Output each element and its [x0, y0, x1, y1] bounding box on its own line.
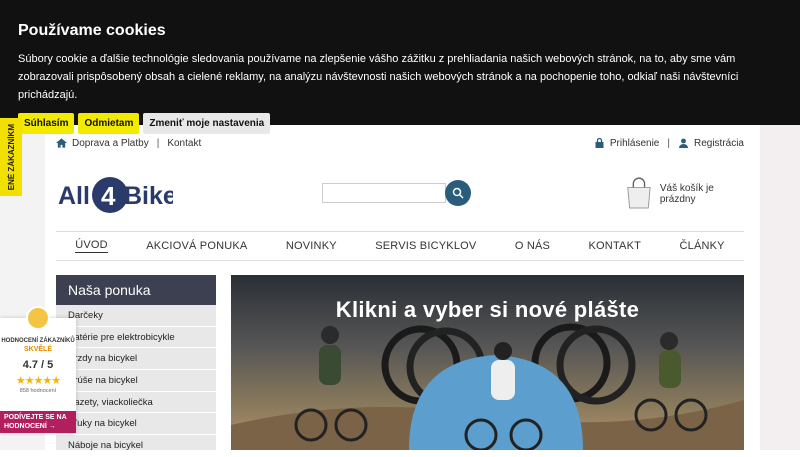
rating-quality: SKVĚLÉ: [23, 346, 52, 353]
contact-link[interactable]: Kontakt: [167, 138, 201, 149]
category-item[interactable]: Kazety, viackoliečka: [56, 392, 216, 414]
cookie-text: Súbory cookie a ďalšie technológie sledo…: [18, 53, 739, 101]
rating-score: 4.7 / 5: [22, 359, 54, 371]
home-icon: [56, 138, 67, 148]
category-item[interactable]: Darčeky: [56, 305, 216, 327]
nav-item-home[interactable]: ÚVOD: [75, 239, 108, 253]
customer-reviews-side-tab[interactable]: ENÉ ZÁKAZNÍKM: [0, 118, 22, 196]
cookie-settings-button[interactable]: Zmeniť moje nastavenia: [143, 113, 271, 134]
user-icon: [678, 138, 688, 148]
svg-text:4: 4: [101, 181, 116, 211]
category-item[interactable]: Náboje na bicykel: [56, 435, 216, 457]
shopping-bag-icon: [627, 177, 651, 209]
shipping-link[interactable]: Doprava a Platby: [72, 138, 149, 149]
category-item[interactable]: Brzdy na bicykel: [56, 348, 216, 371]
search-box: [322, 180, 472, 206]
category-sidebar: Naša ponuka Darčeky Batérie pre elektrob…: [56, 275, 216, 457]
top-bar: Doprava a Platby | Kontakt Prihlásenie |…: [56, 136, 744, 150]
all4bike-logo[interactable]: All 4 Bike: [58, 172, 173, 218]
banner-title: Klikni a vyber si nové plášte: [335, 297, 640, 322]
nav-item-service[interactable]: SERVIS BICYKLOV: [375, 240, 476, 252]
rating-label: HODNOCENÍ ZÁKAZNÍKŮ: [1, 338, 75, 344]
cookie-accept-button[interactable]: Súhlasím: [18, 113, 75, 134]
login-link[interactable]: Prihlásenie: [610, 138, 659, 149]
hero-banner[interactable]: Klikni a vyber si nové plášte: [231, 275, 744, 450]
main-nav: ÚVOD AKCIOVÁ PONUKA NOVINKY SERVIS BICYK…: [56, 231, 744, 261]
rating-count: 858 hodnocení: [19, 388, 57, 394]
register-link[interactable]: Registrácia: [694, 138, 744, 149]
svg-text:Bike: Bike: [124, 182, 173, 210]
category-item[interactable]: Batérie pre elektrobicykle: [56, 327, 216, 349]
side-tab-label: ENÉ ZÁKAZNÍKM: [6, 123, 16, 191]
svg-text:All: All: [58, 182, 90, 210]
cart[interactable]: Váš košík je prázdny: [624, 177, 746, 211]
cookie-banner: Používame cookies Súbory cookie a ďalšie…: [0, 0, 800, 134]
divider: |: [156, 137, 160, 149]
cookie-reject-button[interactable]: Odmietam: [78, 113, 140, 134]
search-input[interactable]: [322, 183, 446, 203]
divider: |: [667, 137, 670, 149]
nav-item-about[interactable]: O NÁS: [515, 240, 550, 252]
nav-item-articles[interactable]: ČLÁNKY: [679, 240, 724, 252]
search-button[interactable]: [445, 180, 471, 206]
nav-item-offers[interactable]: AKCIOVÁ PONUKA: [146, 240, 247, 252]
lock-icon: [595, 138, 604, 148]
rating-widget[interactable]: HODNOCENÍ ZÁKAZNÍKŮ SKVĚLÉ 4.7 / 5 ★★★★★…: [0, 306, 76, 433]
rating-badge-icon: [26, 306, 50, 330]
rating-cta-button[interactable]: PODÍVEJTE SE NA HODNOCENÍ →: [0, 411, 76, 433]
cart-status: Váš košík je prázdny: [659, 183, 714, 205]
rating-stars: ★★★★★: [15, 375, 61, 387]
sidebar-title: Naša ponuka: [56, 275, 216, 305]
nav-item-news[interactable]: NOVINKY: [286, 240, 337, 252]
category-item[interactable]: Brúše na bicykel: [56, 370, 216, 392]
category-item[interactable]: Kľuky na bicykel: [56, 413, 216, 436]
nav-item-contact[interactable]: KONTAKT: [589, 240, 642, 252]
cookie-title: Používame cookies: [18, 22, 166, 39]
search-icon: [452, 187, 464, 199]
